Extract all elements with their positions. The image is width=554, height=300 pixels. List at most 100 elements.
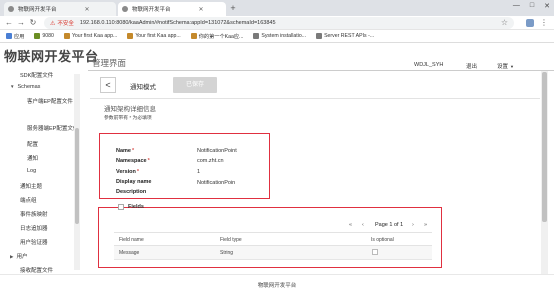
- sidebar-item-server-ep-profile[interactable]: 服务器端EP配置文件: [27, 124, 78, 132]
- column-header-field-type[interactable]: Field type: [220, 237, 242, 243]
- sidebar-scrollbar-thumb[interactable]: [75, 128, 79, 224]
- url-input[interactable]: ⚠ 不安全 192.168.0.110:8080/kaaAdmin/#notif…: [44, 17, 514, 29]
- extension-icon[interactable]: [526, 19, 534, 27]
- back-button[interactable]: <: [100, 77, 116, 93]
- optional-checkbox[interactable]: [372, 249, 378, 255]
- insecure-label: 不安全: [57, 21, 74, 27]
- sidebar-item-schemas[interactable]: ▼ Schemas: [10, 84, 40, 90]
- sidebar-item-users[interactable]: ▶ 用户: [10, 252, 27, 260]
- sidebar: SDK配置文件 ▼ Schemas 客户端EP配置文件 服务器端EP配置文件 配置…: [0, 66, 82, 274]
- sidebar-item-log[interactable]: Log: [27, 168, 36, 174]
- bookmark-item[interactable]: 应用: [6, 33, 24, 40]
- app-logo[interactable]: 物联网开发平台: [4, 46, 99, 65]
- saved-button[interactable]: 已保存: [173, 77, 217, 93]
- field-label-description: Description: [116, 189, 147, 195]
- required-marker: *: [147, 158, 150, 164]
- pager-next-button[interactable]: ›: [412, 222, 414, 228]
- cell-field-name: Message: [119, 250, 140, 256]
- bookmark-item[interactable]: 你的第一个Kaa应...: [190, 33, 243, 40]
- sidebar-item-sdk-profiles[interactable]: SDK配置文件: [20, 71, 53, 79]
- bookmark-favicon-icon: [316, 33, 323, 39]
- bookmark-favicon-icon: [127, 33, 134, 39]
- sidebar-item-receive-profile[interactable]: 接收配置文件: [20, 266, 53, 274]
- bookmark-favicon-icon: [34, 33, 41, 39]
- reload-icon[interactable]: ↻: [28, 18, 38, 28]
- minimize-icon[interactable]: —: [513, 2, 520, 10]
- pager-last-button[interactable]: »: [424, 222, 427, 228]
- logout-link[interactable]: 退出: [466, 62, 477, 70]
- maximize-icon[interactable]: □: [530, 2, 534, 10]
- settings-dropdown[interactable]: 设置 ▼: [497, 62, 514, 70]
- tab-title: 物联网开发平台: [132, 7, 171, 13]
- field-value-name: NotificationPoint: [197, 148, 237, 154]
- sidebar-item-endpoint-groups[interactable]: 端点组: [20, 196, 37, 204]
- bookmark-favicon-icon: [190, 33, 197, 39]
- sidebar-item-user-verifiers[interactable]: 用户验证器: [20, 238, 48, 246]
- sidebar-item-notification[interactable]: 通知: [27, 154, 38, 162]
- bookmark-item[interactable]: Server REST APIs -...: [316, 33, 374, 39]
- field-label-namespace: Namespace*: [116, 158, 150, 164]
- column-header-is-optional[interactable]: Is optional: [371, 237, 394, 243]
- sidebar-item-event-family-mapping[interactable]: 事件族映射: [20, 210, 48, 218]
- header-divider: [88, 70, 554, 71]
- apps-icon: [6, 33, 12, 39]
- chevron-right-icon: ▶: [10, 254, 14, 259]
- sidebar-item-log-appenders[interactable]: 日志追加器: [20, 224, 48, 232]
- forward-arrow-icon[interactable]: →: [16, 18, 26, 28]
- tab-title: 物联网开发平台: [18, 7, 57, 13]
- fields-title: Fields: [128, 204, 144, 210]
- sidebar-item-notification-topics[interactable]: 通知主题: [20, 182, 42, 190]
- page-title: 通知模式: [130, 84, 156, 91]
- footer-text: 物联网开发平台: [257, 283, 297, 289]
- bookmark-item[interactable]: System installatio...: [253, 33, 306, 39]
- section-title: 管理界面: [92, 58, 127, 68]
- cell-field-type: String: [220, 250, 234, 256]
- bookmark-item[interactable]: Your first Kaa app...: [63, 33, 117, 39]
- chevron-down-icon: ▼: [10, 84, 15, 89]
- browser-tab[interactable]: 物联网开发平台 ✕: [4, 2, 116, 16]
- bookmark-favicon-icon: [253, 33, 260, 39]
- back-arrow-icon[interactable]: ←: [4, 18, 14, 28]
- tab-favicon-icon: [122, 6, 128, 12]
- new-tab-button[interactable]: +: [228, 3, 238, 13]
- field-value-version: 1: [197, 169, 201, 175]
- required-marker: *: [131, 148, 135, 154]
- pager-info: Page 1 of 1: [375, 222, 404, 228]
- column-header-field-name[interactable]: Field name: [119, 237, 144, 243]
- user-name-link[interactable]: WDJL_SYH: [414, 62, 443, 68]
- fields-checkbox[interactable]: [118, 204, 124, 210]
- table-row[interactable]: [114, 246, 432, 260]
- toolbar-divider: [90, 98, 540, 99]
- field-value-namespace: com.zht.cn: [197, 158, 224, 164]
- pager-prev-button[interactable]: ‹: [362, 222, 364, 228]
- required-marker: *: [136, 169, 140, 175]
- field-value-display-name: NotificationPoin: [197, 180, 236, 186]
- caret-down-icon: ▼: [510, 64, 514, 69]
- warning-icon: ⚠: [50, 20, 56, 27]
- app-header: 物联网开发平台 管理界面 WDJL_SYH 退出 设置 ▼: [0, 43, 554, 71]
- window-controls: — □ ✕: [513, 2, 550, 10]
- sidebar-item-client-ep-profile[interactable]: 客户端EP配置文件: [27, 97, 73, 105]
- tab-favicon-icon: [8, 6, 14, 12]
- bookmarks-bar: 应用 9080 Your first Kaa app... Your first…: [0, 30, 554, 43]
- bookmark-star-icon[interactable]: ☆: [501, 18, 508, 27]
- bookmark-favicon-icon: [63, 33, 70, 39]
- field-label-name: Name*: [116, 148, 135, 154]
- details-heading: 通知架构详细信息: [104, 106, 156, 113]
- sidebar-item-configuration[interactable]: 配置: [27, 140, 38, 148]
- browser-tab-bar: 物联网开发平台 ✕ 物联网开发平台 ✕ + — □ ✕: [0, 0, 554, 16]
- browser-menu-icon[interactable]: ⋮: [540, 18, 548, 28]
- field-label-display-name: Display name: [116, 179, 152, 185]
- pager-first-button[interactable]: «: [349, 222, 352, 228]
- bookmark-item[interactable]: Your first Kaa app...: [127, 33, 181, 39]
- field-label-version: Version*: [116, 169, 140, 175]
- required-hint: 参数前带有 * 为必填项: [104, 116, 152, 121]
- url-text: 192.168.0.110:8080/kaaAdmin/#notifSchema…: [79, 20, 276, 26]
- browser-tab-active[interactable]: 物联网开发平台 ✕: [118, 2, 226, 16]
- address-bar-row: ← → ↻ ⚠ 不安全 192.168.0.110:8080/kaaAdmin/…: [0, 16, 554, 30]
- main-scrollbar-thumb[interactable]: [542, 72, 547, 222]
- tab-close-icon[interactable]: ✕: [85, 6, 90, 13]
- close-window-icon[interactable]: ✕: [544, 2, 550, 10]
- bookmark-item[interactable]: 9080: [34, 33, 54, 39]
- tab-close-icon[interactable]: ✕: [199, 6, 204, 13]
